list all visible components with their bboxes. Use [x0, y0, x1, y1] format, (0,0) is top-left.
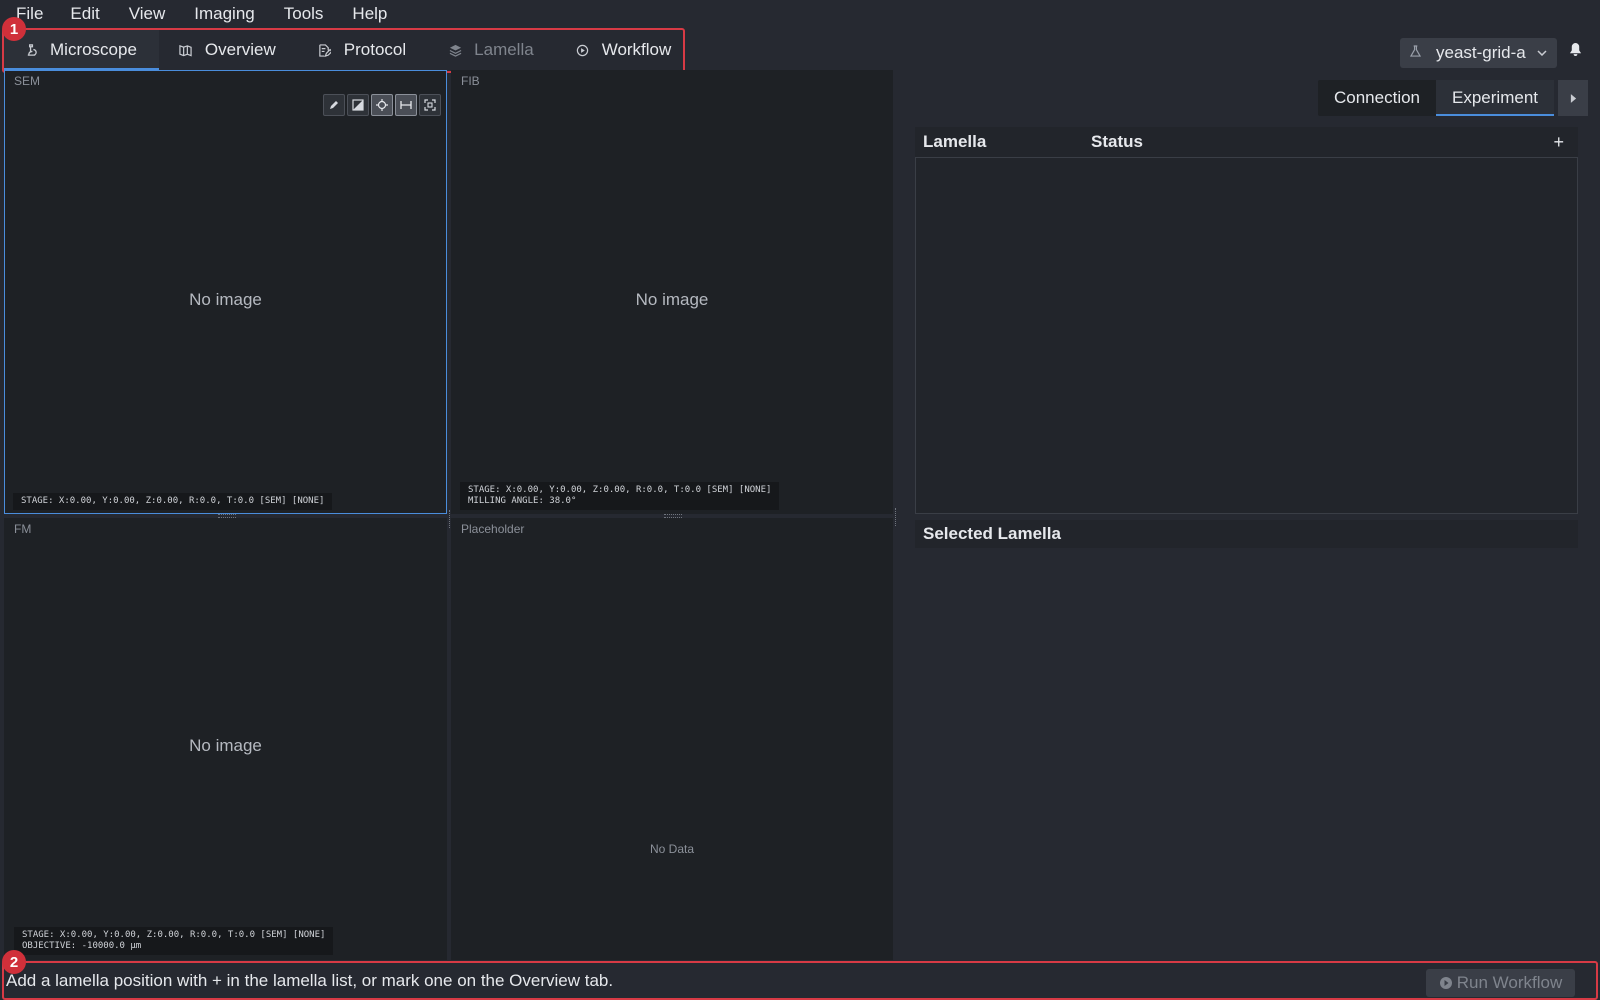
selected-lamella-header: Selected Lamella [915, 520, 1578, 548]
splitter-handle-right[interactable] [664, 514, 682, 518]
contrast-button[interactable] [347, 94, 369, 116]
menu-edit[interactable]: Edit [70, 4, 99, 24]
tab-label: Workflow [601, 40, 672, 59]
chevron-down-icon [1537, 45, 1547, 59]
play-circle-icon [576, 43, 590, 57]
sem-panel[interactable]: SEM No image STAGE: X:0.00, Y:0.00, Z:0.… [4, 70, 447, 514]
tab-microscope[interactable]: Microscope [4, 30, 159, 70]
sem-stage-info: STAGE: X:0.00, Y:0.00, Z:0.00, R:0.0, T:… [13, 493, 333, 510]
splitter-handle-left[interactable] [218, 514, 236, 518]
lamella-column-header: Lamella [923, 132, 987, 151]
lamella-list[interactable] [915, 157, 1578, 514]
tab-protocol[interactable]: Protocol [298, 30, 428, 70]
fib-panel[interactable]: FIB No image STAGE: X:0.00, Y:0.00, Z:0.… [451, 70, 893, 514]
tab-connection[interactable]: Connection [1318, 80, 1436, 116]
status-message: Add a lamella position with + in the lam… [6, 971, 614, 990]
menu-tools[interactable]: Tools [284, 4, 324, 24]
fm-panel[interactable]: FM No image STAGE: X:0.00, Y:0.00, Z:0.0… [4, 518, 447, 960]
contrast-icon [352, 99, 364, 111]
layers-icon [448, 43, 462, 57]
bell-icon[interactable] [1569, 42, 1585, 62]
crosshair-button[interactable] [371, 94, 393, 116]
panel-label-fib: FIB [461, 74, 480, 88]
fib-stage-info: STAGE: X:0.00, Y:0.00, Z:0.00, R:0.0, T:… [460, 482, 780, 510]
play-circle-icon [1439, 977, 1452, 989]
tab-workflow[interactable]: Workflow [556, 30, 694, 70]
tab-overview[interactable]: Overview [159, 30, 298, 70]
flask-icon [1409, 45, 1422, 61]
experiment-name: yeast-grid-a [1436, 43, 1526, 62]
status-column-header: Status [1091, 132, 1143, 151]
fm-stage-info: STAGE: X:0.00, Y:0.00, Z:0.00, R:0.0, T:… [14, 927, 334, 955]
experiment-select[interactable]: yeast-grid-a [1400, 38, 1557, 68]
sidebar-tab-scroll-button[interactable] [1558, 80, 1588, 116]
draw-button[interactable] [323, 94, 345, 116]
sem-no-image: No image [189, 290, 262, 309]
status-bar: Add a lamella position with + in the lam… [0, 962, 1600, 1000]
placeholder-no-data: No Data [649, 842, 695, 856]
pencil-icon [330, 101, 338, 109]
run-workflow-button[interactable]: Run Workflow [1426, 969, 1575, 997]
microscope-icon [24, 43, 38, 57]
tab-label: Lamella [474, 40, 534, 59]
crosshair-icon [376, 99, 388, 111]
sidebar-tab-bar: Connection Experiment [1318, 80, 1554, 116]
fit-view-button[interactable] [419, 94, 441, 116]
tab-lamella[interactable]: Lamella [428, 30, 556, 70]
scalebar-button[interactable] [395, 94, 417, 116]
panel-label-placeholder: Placeholder [461, 522, 525, 536]
splitter-handle-center[interactable] [449, 510, 453, 528]
placeholder-panel: Placeholder No Data [451, 518, 893, 960]
add-lamella-button[interactable]: + [1553, 132, 1564, 153]
marker-2: 2 [2, 950, 26, 974]
scalebar-icon [400, 101, 412, 109]
run-workflow-label: Run Workflow [1456, 973, 1563, 992]
fm-no-image: No image [189, 736, 262, 755]
main-tab-bar: Microscope Overview Protocol Lamella Wor… [4, 30, 693, 70]
map-icon [179, 43, 193, 57]
fit-view-icon [424, 99, 436, 111]
tab-label: Protocol [343, 40, 407, 59]
menu-help[interactable]: Help [352, 4, 387, 24]
menu-imaging[interactable]: Imaging [194, 4, 254, 24]
tab-experiment[interactable]: Experiment [1436, 80, 1554, 116]
panel-label-fm: FM [14, 522, 32, 536]
chevron-right-icon [1570, 93, 1576, 103]
marker-1: 1 [2, 17, 26, 41]
menu-bar: File Edit View Imaging Tools Help [0, 0, 1600, 28]
document-edit-icon [318, 43, 332, 57]
panel-label-sem: SEM [14, 74, 41, 88]
fib-no-image: No image [635, 290, 709, 309]
menu-view[interactable]: View [129, 4, 166, 24]
splitter-handle-sidebar[interactable] [895, 508, 899, 526]
tab-label: Microscope [50, 40, 137, 59]
lamella-list-header: Lamella Status + [915, 127, 1578, 157]
tab-label: Overview [204, 40, 276, 59]
